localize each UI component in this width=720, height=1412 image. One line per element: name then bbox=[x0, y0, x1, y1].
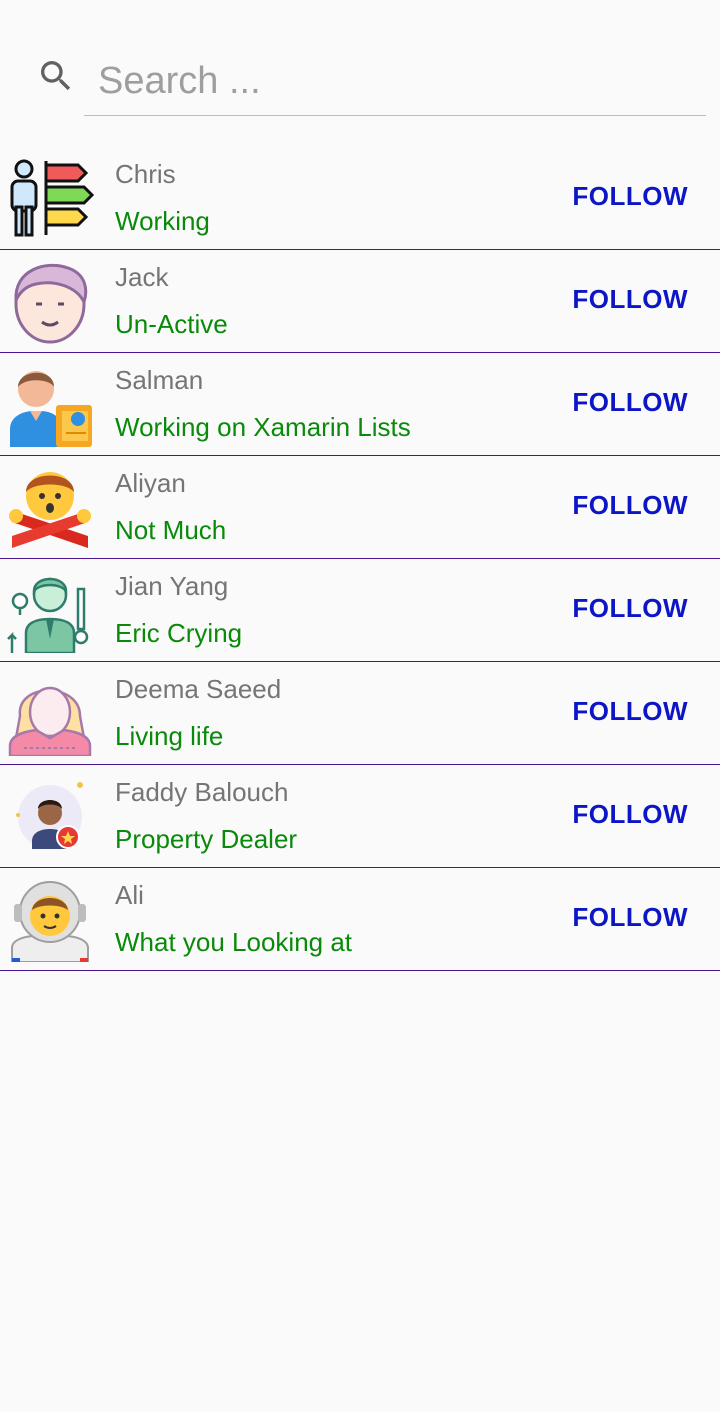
contact-name: Deema Saeed bbox=[115, 674, 282, 704]
follow-button[interactable]: FOLLOW bbox=[572, 593, 688, 624]
follow-button[interactable]: FOLLOW bbox=[572, 181, 688, 212]
contact-name: Salman bbox=[115, 365, 204, 395]
contact-name: Faddy Balouch bbox=[115, 777, 289, 807]
list-item[interactable]: Chris Working FOLLOW bbox=[0, 147, 720, 250]
follow-button[interactable]: FOLLOW bbox=[572, 387, 688, 418]
man-with-badge-icon bbox=[6, 775, 94, 859]
follow-button[interactable]: FOLLOW bbox=[572, 490, 688, 521]
contact-status: Working on Xamarin Lists bbox=[115, 412, 411, 442]
businessman-ideas-icon bbox=[6, 569, 94, 653]
contact-name: Jack bbox=[115, 262, 169, 292]
contact-list: Chris Working FOLLOW Jack Un-Active FOLL… bbox=[0, 147, 720, 971]
contact-status: Living life bbox=[115, 721, 224, 751]
person-gesturing-no-icon bbox=[6, 466, 94, 550]
list-item[interactable]: Ali What you Looking at FOLLOW bbox=[0, 868, 720, 971]
contact-status: Eric Crying bbox=[115, 618, 243, 648]
contact-status: Property Dealer bbox=[115, 824, 298, 854]
contact-name: Jian Yang bbox=[115, 571, 229, 601]
search-icon bbox=[41, 61, 71, 91]
contact-name: Ali bbox=[115, 880, 144, 910]
search-input[interactable] bbox=[84, 48, 706, 116]
follow-button[interactable]: FOLLOW bbox=[572, 799, 688, 830]
contact-name: Chris bbox=[115, 159, 176, 189]
follow-button[interactable]: FOLLOW bbox=[572, 696, 688, 727]
contact-status: Working bbox=[115, 206, 210, 236]
man-with-book-icon bbox=[6, 363, 94, 447]
contact-status: Un-Active bbox=[115, 309, 228, 339]
list-item[interactable]: Aliyan Not Much FOLLOW bbox=[0, 456, 720, 559]
list-item[interactable]: Jack Un-Active FOLLOW bbox=[0, 250, 720, 353]
search-bar bbox=[0, 0, 720, 120]
man-face-icon bbox=[6, 260, 94, 344]
astronaut-icon bbox=[6, 878, 94, 962]
list-item[interactable]: Faddy Balouch Property Dealer FOLLOW bbox=[0, 765, 720, 868]
list-item[interactable]: Deema Saeed Living life FOLLOW bbox=[0, 662, 720, 765]
contact-status: Not Much bbox=[115, 515, 227, 545]
follow-button[interactable]: FOLLOW bbox=[572, 902, 688, 933]
woman-avatar-icon bbox=[6, 672, 94, 756]
follow-button[interactable]: FOLLOW bbox=[572, 284, 688, 315]
list-item[interactable]: Salman Working on Xamarin Lists FOLLOW bbox=[0, 353, 720, 456]
contact-name: Aliyan bbox=[115, 468, 186, 498]
contact-status: What you Looking at bbox=[115, 927, 353, 957]
person-signpost-icon bbox=[6, 157, 94, 241]
list-item[interactable]: Jian Yang Eric Crying FOLLOW bbox=[0, 559, 720, 662]
